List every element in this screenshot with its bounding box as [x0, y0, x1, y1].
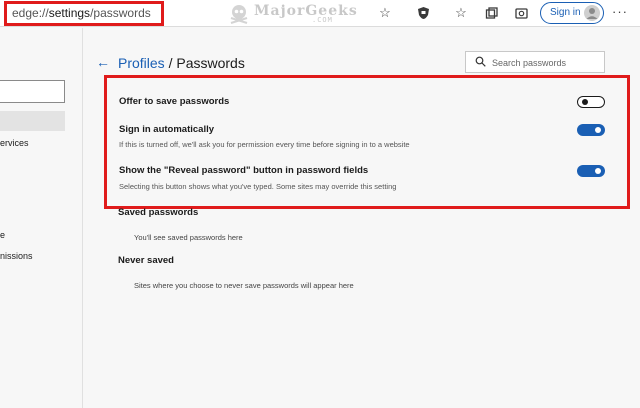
never-saved-empty-text: Sites where you choose to never save pas…	[134, 281, 354, 290]
sidebar-item-permissions[interactable]: nissions	[0, 251, 33, 261]
address-strong: settings	[48, 6, 91, 20]
saved-passwords-heading: Saved passwords	[118, 207, 199, 218]
search-icon	[475, 56, 486, 67]
collections-icon[interactable]	[482, 4, 500, 22]
password-settings-panel: Offer to save passwords Sign in automati…	[104, 75, 630, 209]
address-suffix: /passwords	[90, 6, 151, 20]
toggle-knob	[595, 168, 601, 174]
favorites-icon[interactable]: ☆	[452, 4, 470, 22]
sign-in-label: Sign in	[550, 7, 581, 18]
watermark-sub: .COM	[312, 16, 333, 24]
breadcrumb-separator: /	[164, 55, 177, 71]
sidebar-item-selected[interactable]	[0, 111, 65, 131]
browser-toolbar: edge://settings/passwords MajorGeeks .CO…	[0, 0, 640, 27]
watermark-text: MajorGeeks	[254, 3, 358, 19]
sign-in-auto-title: Sign in automatically	[119, 124, 215, 135]
sidebar-item-services[interactable]: ervices	[0, 138, 29, 148]
back-arrow-icon[interactable]: ←	[96, 54, 110, 70]
settings-sidebar: ervices e nissions	[0, 28, 83, 408]
sidebar-item-appearance[interactable]: e	[0, 230, 5, 240]
toggle-knob	[582, 99, 588, 105]
more-menu-icon[interactable]: ···	[612, 4, 628, 19]
offer-save-toggle[interactable]	[577, 96, 605, 108]
saved-passwords-empty-text: You'll see saved passwords here	[134, 233, 243, 242]
breadcrumb: Profiles / Passwords	[118, 55, 245, 71]
shield-extension-icon[interactable]	[414, 4, 432, 22]
sign-in-auto-desc: If this is turned off, we'll ask you for…	[119, 140, 410, 149]
skull-logo-icon	[230, 5, 248, 24]
favorite-star-icon[interactable]: ☆	[376, 4, 394, 22]
sidebar-search-input[interactable]	[0, 80, 65, 103]
password-search-box[interactable]	[465, 51, 605, 73]
majorgeeks-watermark: MajorGeeks .COM	[226, 2, 376, 26]
sign-in-button[interactable]: Sign in	[540, 2, 604, 24]
address-prefix: edge://	[12, 6, 49, 20]
page-title: Passwords	[176, 55, 245, 71]
avatar-icon	[584, 5, 600, 21]
breadcrumb-profiles-link[interactable]: Profiles	[118, 55, 165, 71]
offer-save-title: Offer to save passwords	[119, 96, 230, 107]
reveal-password-title: Show the "Reveal password" button in pas…	[119, 165, 369, 176]
screenshot-icon[interactable]	[512, 4, 530, 22]
address-bar[interactable]: edge://settings/passwords	[4, 1, 164, 26]
reveal-password-desc: Selecting this button shows what you've …	[119, 182, 397, 191]
search-passwords-input[interactable]	[492, 55, 602, 70]
never-saved-heading: Never saved	[118, 255, 174, 266]
toggle-knob	[595, 127, 601, 133]
sign-in-auto-toggle[interactable]	[577, 124, 605, 136]
reveal-password-toggle[interactable]	[577, 165, 605, 177]
